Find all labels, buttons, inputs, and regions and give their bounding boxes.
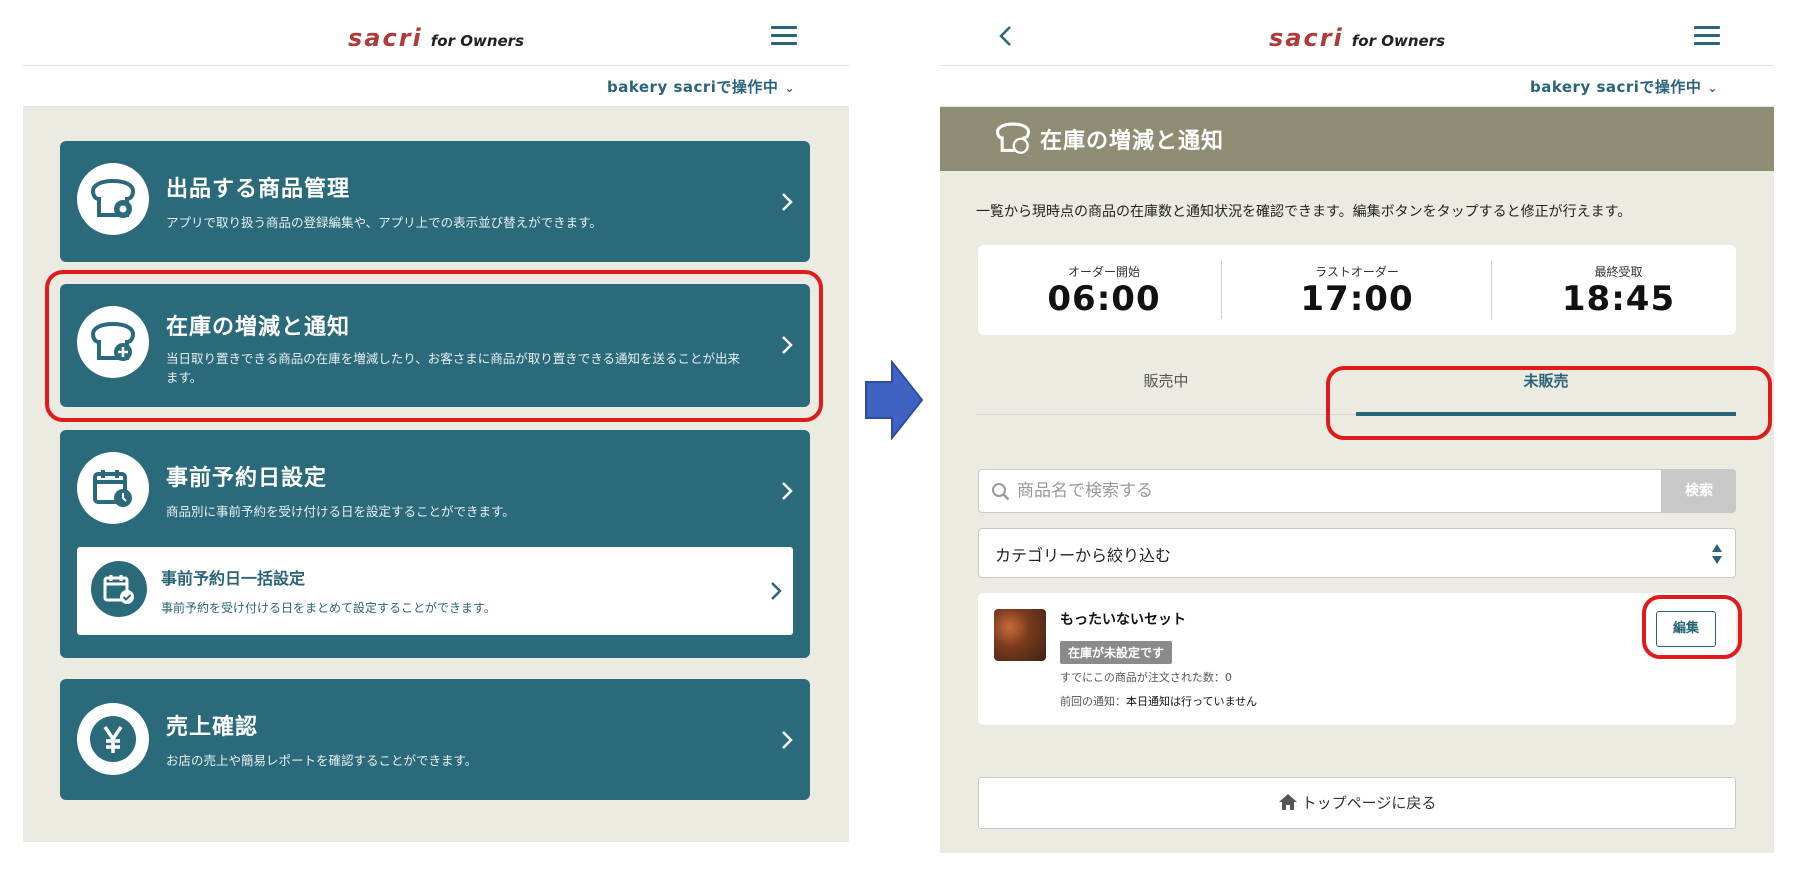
last-notice: 前回の通知：本日通知は行っていません: [1060, 693, 1257, 709]
calendar-clock-icon: [77, 452, 149, 524]
chevron-right-icon: [782, 336, 793, 354]
card-title: 売上確認: [166, 715, 259, 740]
left-screen: sacri for Owners bakery sacriで操作中 ⌄: [23, 0, 849, 108]
operating-store-selector[interactable]: bakery sacriで操作中 ⌄: [607, 76, 795, 97]
order-times: オーダー開始 06:00 ラストオーダー 17:00 最終受取 18:45: [978, 245, 1736, 335]
app-logo: sacri for Owners: [23, 24, 849, 52]
card-description: 当日取り置きできる商品の在庫を増減したり、お客さまに商品が取り置きできる通知を送…: [166, 351, 741, 385]
search-input[interactable]: [1017, 470, 1647, 512]
product-thumbnail: [994, 609, 1046, 661]
time-value: 18:45: [1561, 279, 1676, 319]
app-logo: sacri for Owners: [940, 24, 1774, 52]
app-header: sacri for Owners: [23, 0, 849, 66]
yen-icon: [77, 703, 149, 775]
menu-card-stock[interactable]: 在庫の増減と通知 当日取り置きできる商品の在庫を増減したり、お客さまに商品が取り…: [60, 284, 810, 407]
divider: [1491, 261, 1492, 319]
time-value: 06:00: [1047, 279, 1161, 319]
product-item: もったいないセット 在庫が未設定です すでにこの商品が注文された数：0 前回の通…: [978, 593, 1736, 725]
card-title: 在庫の増減と通知: [166, 315, 351, 340]
brand-name: sacri: [347, 24, 423, 52]
time-label: ラストオーダー: [1315, 265, 1399, 279]
last-notice-label: 前回の通知：: [1060, 695, 1126, 708]
brand-suffix: for Owners: [430, 32, 525, 50]
operating-store-label: bakery sacriで操作中: [606, 78, 779, 96]
card-title: 出品する商品管理: [166, 177, 351, 202]
back-to-top-button[interactable]: トップページに戻る: [978, 777, 1736, 829]
bulk-reservation-card[interactable]: 事前予約日一括設定 事前予約を受け付ける日をまとめて設定することができます。: [77, 547, 793, 635]
transition-arrow-icon: [865, 360, 924, 440]
menu-card-reservation[interactable]: 事前予約日設定 商品別に事前予約を受け付ける日を設定することができます。 事前予…: [60, 430, 810, 658]
bread-plus-icon: [77, 306, 149, 378]
chevron-right-icon: [782, 482, 793, 500]
tab-on-sale[interactable]: 販売中: [976, 361, 1356, 415]
chevron-down-icon: ⌄: [1707, 81, 1718, 95]
time-order-start: オーダー開始 06:00: [978, 245, 1230, 335]
ordered-count: すでにこの商品が注文された数：0: [1060, 671, 1232, 684]
page-title: 在庫の増減と通知: [1040, 129, 1225, 154]
sale-status-tabs: 販売中 未販売: [976, 361, 1736, 416]
time-last-order: ラストオーダー 17:00: [1231, 245, 1483, 335]
time-label: オーダー開始: [1067, 265, 1140, 279]
card-description: アプリで取り扱う商品の登録編集や、アプリ上での表示並び替えができます。: [166, 215, 602, 230]
category-select[interactable]: カテゴリーから絞り込む: [978, 528, 1736, 578]
category-select-value: カテゴリーから絞り込む: [995, 546, 1172, 565]
operating-store-bar: bakery sacriで操作中 ⌄: [940, 67, 1774, 107]
intro-text: 一覧から現時点の商品の在庫数と通知状況を確認できます。編集ボタンをタップすると修…: [976, 204, 1632, 220]
menu-icon[interactable]: [1694, 26, 1720, 46]
brand-name: sacri: [1268, 24, 1344, 52]
bread-gear-icon: [77, 163, 149, 235]
page-header: 在庫の増減と通知: [940, 107, 1774, 171]
card-description: 商品別に事前予約を受け付ける日を設定することができます。: [166, 504, 515, 519]
edit-button[interactable]: 編集: [1656, 611, 1716, 647]
search-box: [978, 469, 1662, 513]
chevron-down-icon: ⌄: [784, 81, 795, 95]
product-name: もったいないセット: [1060, 612, 1186, 628]
app-header: sacri for Owners: [940, 0, 1774, 66]
time-value: 17:00: [1300, 279, 1414, 319]
back-to-top-label: トップページに戻る: [1301, 794, 1437, 812]
menu-card-products[interactable]: 出品する商品管理 アプリで取り扱う商品の登録編集や、アプリ上での表示並び替えがで…: [60, 141, 810, 262]
operating-store-selector[interactable]: bakery sacriで操作中 ⌄: [1530, 76, 1718, 97]
chevron-right-icon: [782, 193, 793, 211]
operating-store-bar: bakery sacriで操作中 ⌄: [23, 67, 849, 107]
sort-arrows-icon: [1712, 544, 1722, 564]
operating-store-label: bakery sacriで操作中: [1529, 78, 1702, 96]
menu-card-sales[interactable]: 売上確認 お店の売上や簡易レポートを確認することができます。: [60, 679, 810, 800]
chevron-right-icon: [771, 582, 782, 600]
time-label: 最終受取: [1594, 265, 1643, 279]
subcard-title: 事前予約日一括設定: [161, 569, 306, 588]
bread-gear-icon: [996, 122, 1030, 154]
search-button[interactable]: 検索: [1662, 469, 1736, 513]
stock-status-badge: 在庫が未設定です: [1060, 641, 1173, 664]
card-description: お店の売上や簡易レポートを確認することができます。: [166, 753, 478, 768]
right-screen: sacri for Owners bakery sacriで操作中 ⌄: [940, 0, 1774, 108]
calendar-check-icon: [91, 561, 147, 617]
menu-icon[interactable]: [771, 26, 797, 46]
divider: [1221, 261, 1222, 319]
subcard-description: 事前予約を受け付ける日をまとめて設定することができます。: [161, 601, 496, 615]
brand-suffix: for Owners: [1351, 32, 1446, 50]
last-notice-value: 本日通知は行っていません: [1126, 695, 1258, 708]
active-tab-indicator: [1356, 412, 1736, 416]
home-icon: [1278, 794, 1297, 810]
time-final-pickup: 最終受取 18:45: [1501, 245, 1736, 335]
tab-not-on-sale[interactable]: 未販売: [1356, 361, 1736, 415]
stock-page-body: 一覧から現時点の商品の在庫数と通知状況を確認できます。編集ボタンをタップすると修…: [940, 171, 1774, 853]
search-icon: [992, 483, 1010, 501]
card-title: 事前予約日設定: [166, 466, 328, 491]
chevron-right-icon: [782, 731, 793, 749]
